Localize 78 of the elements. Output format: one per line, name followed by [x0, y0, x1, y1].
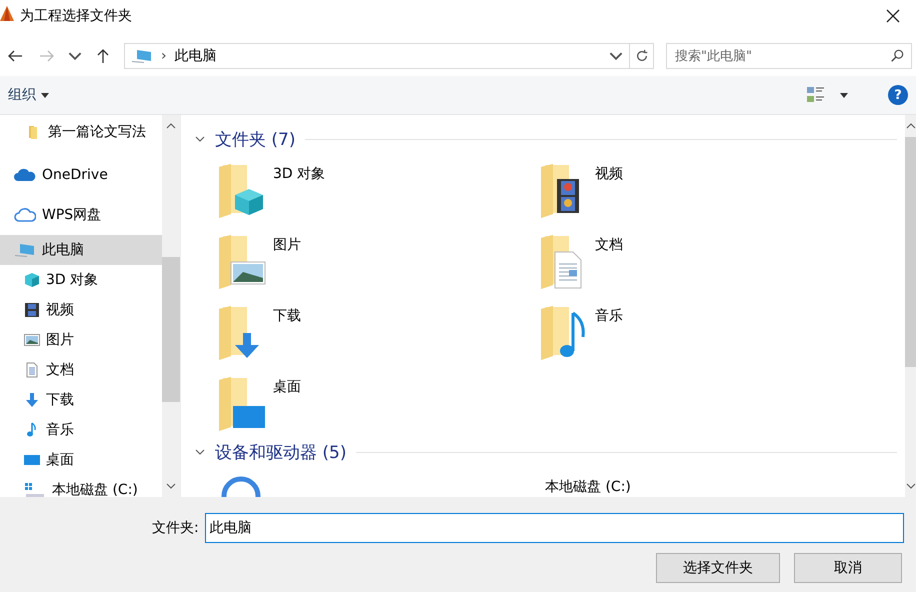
- item-label: 3D 对象: [46, 271, 98, 289]
- scrollbar-thumb[interactable]: [162, 257, 180, 402]
- path-separator: ›: [161, 48, 167, 64]
- dialog-button[interactable]: 取消: [794, 553, 902, 583]
- folder-name[interactable]: 文档: [595, 236, 623, 254]
- sidebar-item[interactable]: 图片: [0, 325, 162, 355]
- back-arrow-icon[interactable]: [7, 48, 23, 64]
- scrollbar[interactable]: [162, 115, 180, 497]
- item-label: 音乐: [46, 421, 74, 439]
- chevron-down-icon[interactable]: [906, 483, 916, 489]
- folder-with-screen-icon: [217, 376, 267, 432]
- item-label: 视频: [46, 301, 74, 319]
- folder-label: 文件夹:: [152, 519, 199, 537]
- organize-menu-button[interactable]: 组织: [8, 86, 49, 104]
- sidebar-item[interactable]: 桌面: [0, 445, 162, 475]
- address-bar[interactable]: › 此电脑: [124, 43, 630, 69]
- caret-icon[interactable]: [840, 92, 848, 98]
- window-title: 为工程选择文件夹: [20, 7, 132, 25]
- chevron-down-icon[interactable]: [166, 483, 176, 489]
- chevron-down-icon[interactable]: [195, 134, 205, 144]
- screen-icon: [24, 452, 40, 468]
- cloud-icon: [14, 207, 36, 223]
- folder-with-landscape-icon: [217, 234, 267, 290]
- sidebar-item[interactable]: 音乐: [0, 415, 162, 445]
- folder-name[interactable]: 本地磁盘 (C:): [545, 478, 631, 496]
- chevron-up-icon[interactable]: [906, 123, 916, 129]
- folder-name-field[interactable]: 此电脑: [204, 513, 904, 543]
- sidebar-item[interactable]: 视频: [0, 295, 162, 325]
- film-icon: [24, 302, 40, 318]
- view-options-icon[interactable]: [806, 86, 826, 104]
- cube-icon: [24, 272, 40, 288]
- item-label: 此电脑: [42, 241, 84, 259]
- item-label: 图片: [46, 331, 74, 349]
- search-field[interactable]: 搜索"此电脑": [666, 43, 912, 69]
- item-label: 桌面: [46, 451, 74, 469]
- folder-name[interactable]: 视频: [595, 165, 623, 183]
- sidebar-item[interactable]: 下载: [0, 385, 162, 415]
- folder-name[interactable]: 下载: [273, 307, 301, 325]
- down-arrow-icon: [24, 392, 40, 408]
- item-label: 第一篇论文写法: [48, 123, 146, 141]
- folder-name[interactable]: 音乐: [595, 307, 623, 325]
- section-title[interactable]: 文件夹 (7): [215, 128, 296, 150]
- item-label: 文档: [46, 361, 74, 379]
- dialog-button[interactable]: 选择文件夹: [656, 553, 780, 583]
- sidebar-item[interactable]: 本地磁盘 (C:): [0, 475, 162, 497]
- item-label: 下载: [46, 391, 74, 409]
- section-title[interactable]: 设备和驱动器 (5): [215, 440, 346, 464]
- sidebar-item[interactable]: OneDrive: [0, 155, 162, 195]
- up-arrow-icon[interactable]: [95, 48, 111, 64]
- landscape-icon: [24, 332, 40, 348]
- document-icon: [24, 362, 40, 378]
- computer-icon: [14, 242, 36, 258]
- item-label: WPS网盘: [42, 206, 102, 224]
- chevron-up-icon[interactable]: [166, 123, 176, 129]
- item-label: 本地磁盘 (C:): [52, 481, 138, 497]
- chevron-down-icon[interactable]: [195, 447, 205, 457]
- folder-name[interactable]: 3D 对象: [273, 165, 326, 183]
- sidebar-item[interactable]: 3D 对象: [0, 265, 162, 295]
- cloud-icon: [14, 167, 36, 183]
- refresh-icon: [634, 49, 648, 63]
- help-button[interactable]: ?: [888, 85, 908, 105]
- path-segment[interactable]: 此电脑: [174, 47, 217, 65]
- scrollbar[interactable]: [905, 115, 916, 497]
- cone-logo-icon: [0, 6, 14, 22]
- sidebar-item[interactable]: 此电脑: [0, 235, 162, 265]
- folder-name[interactable]: 桌面: [273, 378, 301, 396]
- drive-icon: [24, 482, 46, 497]
- close-icon[interactable]: [886, 9, 900, 23]
- item-label: OneDrive: [42, 167, 108, 183]
- sidebar-item[interactable]: 文档: [0, 355, 162, 385]
- sidebar-item[interactable]: WPS网盘: [0, 195, 162, 235]
- computer-icon: [131, 48, 153, 64]
- search-icon[interactable]: [890, 49, 904, 63]
- refresh-button[interactable]: [630, 43, 654, 69]
- folder-name[interactable]: 图片: [273, 236, 301, 254]
- caret-icon: [41, 92, 49, 98]
- scrollbar-thumb[interactable]: [905, 137, 916, 367]
- sidebar-item[interactable]: 第一篇论文写法: [0, 115, 162, 149]
